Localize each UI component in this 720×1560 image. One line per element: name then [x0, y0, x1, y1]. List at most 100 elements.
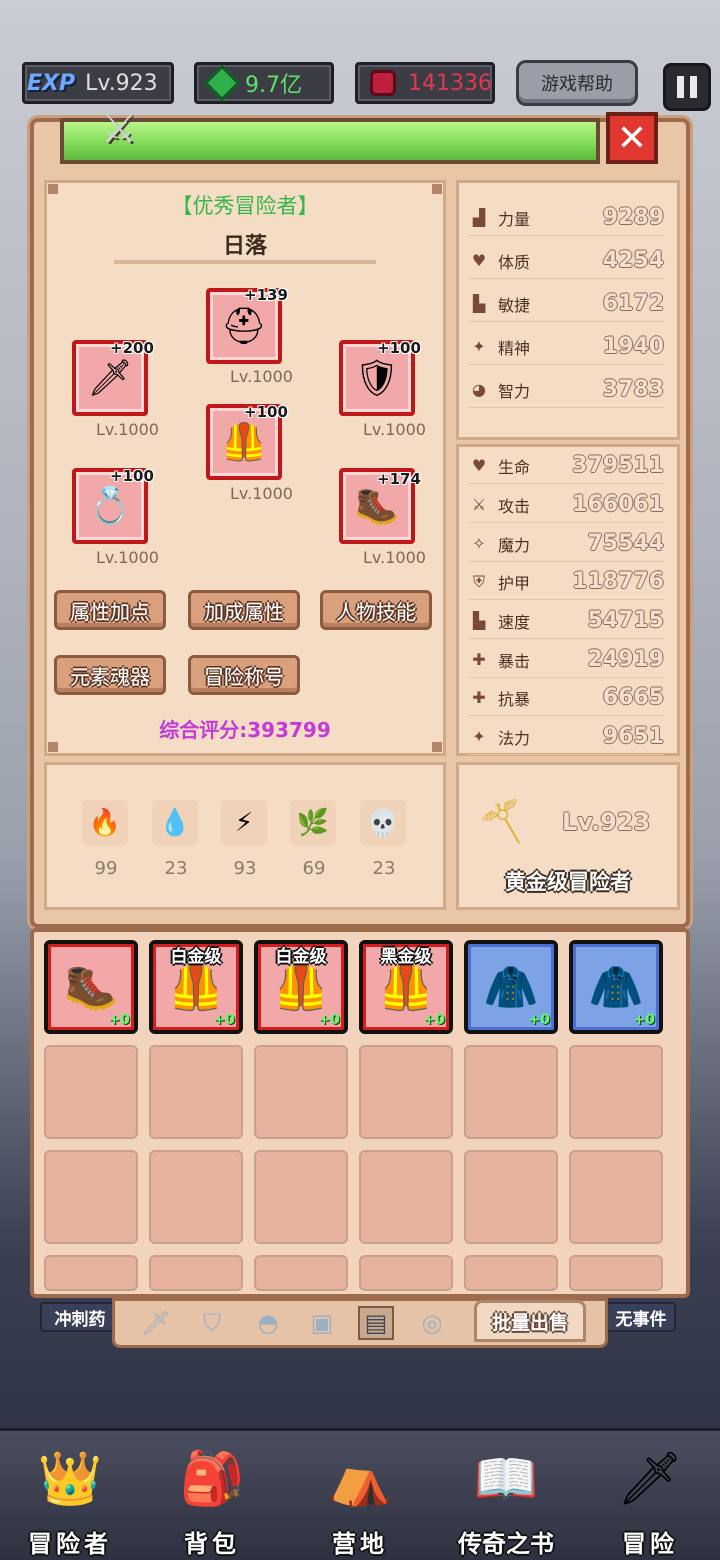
inventory-empty-slot[interactable]	[44, 1255, 138, 1291]
element-value: 93	[233, 858, 257, 879]
book-icon: 📖	[473, 1448, 539, 1509]
stat-row-crit-resist: ✚ 抗暴 6665	[468, 680, 664, 716]
attribute-points-button[interactable]: 属性加点	[54, 590, 166, 630]
filter-boots-icon[interactable]: ▤	[358, 1306, 394, 1340]
ruby-currency: 141336	[355, 62, 495, 104]
element-fire[interactable]: 🔥 99	[82, 800, 130, 879]
stat-row-mana: ✦ 法力 9651	[468, 719, 664, 755]
adventurer-rank-title: 【优秀冒险者】	[171, 194, 319, 218]
element-nature[interactable]: 🌿 69	[290, 800, 338, 879]
nav-adventurer[interactable]: 👑 冒险者	[10, 1440, 130, 1559]
game-help-button[interactable]: 游戏帮助	[516, 60, 638, 106]
inventory-empty-slot[interactable]	[359, 1045, 453, 1139]
star-icon: ✦	[472, 337, 486, 356]
element-dark[interactable]: 💀 23	[360, 800, 408, 879]
adventurer-icon: 👑	[37, 1448, 103, 1509]
inventory-empty-slot[interactable]	[254, 1045, 348, 1139]
fire-icon: 🔥	[82, 800, 128, 846]
nature-icon: 🌿	[290, 800, 336, 846]
close-button[interactable]: ✕	[606, 112, 658, 164]
stat-row-hp: ♥ 生命 379511	[468, 448, 664, 484]
overall-score: 综合评分:393799	[159, 718, 331, 742]
inventory-item[interactable]: 🥾 +0	[44, 940, 138, 1034]
brain-icon: ◕	[472, 380, 486, 399]
element-value: 69	[302, 858, 326, 879]
inventory-empty-slot[interactable]	[464, 1150, 558, 1244]
inventory-empty-slot[interactable]	[464, 1045, 558, 1139]
boot-icon: ▙	[472, 611, 486, 630]
element-soul-button[interactable]: 元素魂器	[54, 655, 166, 695]
filter-ring-icon[interactable]: ◎	[414, 1306, 450, 1340]
enhance-level: +100	[377, 339, 421, 357]
pause-icon	[677, 76, 684, 98]
inventory-empty-slot[interactable]	[44, 1045, 138, 1139]
sprint-potion-tag[interactable]: 冲刺药	[40, 1302, 120, 1332]
stat-row-crit: ✚ 暴击 24919	[468, 642, 664, 678]
ruby-icon	[370, 70, 396, 96]
inventory-empty-slot[interactable]	[359, 1150, 453, 1244]
filter-sword-icon[interactable]: 🗡	[138, 1306, 174, 1340]
gem-currency: 9.7亿	[194, 62, 334, 104]
armor-icon: 🦺	[168, 962, 224, 1013]
inventory-item[interactable]: 🧥 +0	[464, 940, 558, 1034]
ruby-amount: 141336	[408, 70, 492, 96]
nav-adventure[interactable]: 🗡 冒险	[590, 1440, 710, 1559]
ring-icon: 💍	[87, 486, 133, 527]
pause-button[interactable]	[663, 63, 711, 111]
nav-legend-book[interactable]: 📖 传奇之书	[446, 1440, 566, 1559]
equip-level: Lv.1000	[96, 420, 159, 439]
lightning-icon: ⚡	[221, 800, 267, 846]
inventory-empty-slot[interactable]	[569, 1150, 663, 1244]
inventory-item[interactable]: 白金级 🦺 +0	[254, 940, 348, 1034]
rank-title: 黄金级冒险者	[505, 870, 631, 894]
boot-icon: ▙	[472, 294, 486, 313]
armor-icon: 🦺	[378, 962, 434, 1013]
inventory-empty-slot[interactable]	[254, 1150, 348, 1244]
character-skills-button[interactable]: 人物技能	[320, 590, 432, 630]
stat-row-attack: ⚔ 攻击 166061	[468, 487, 664, 523]
filter-shield-icon[interactable]: ⛉	[194, 1306, 230, 1340]
inventory-empty-slot[interactable]	[44, 1150, 138, 1244]
boots-icon: 🥾	[354, 486, 400, 527]
adventure-title-button[interactable]: 冒险称号	[188, 655, 300, 695]
inventory-empty-slot[interactable]	[149, 1255, 243, 1291]
cloak-icon: 🧥	[483, 962, 539, 1013]
exp-badge: EXP	[27, 70, 76, 96]
sword-icon: 🗡	[87, 358, 133, 399]
attr-row-intelligence: ◕ 智力 3783	[468, 372, 664, 408]
helmet-icon: ⛑	[221, 306, 267, 347]
inventory-empty-slot[interactable]	[569, 1255, 663, 1291]
attr-row-spirit: ✦ 精神 1940	[468, 329, 664, 365]
inventory-item[interactable]: 🧥 +0	[569, 940, 663, 1034]
exp-level-box: EXP Lv.923	[22, 62, 174, 104]
element-water[interactable]: 💧 23	[152, 800, 200, 879]
inventory-empty-slot[interactable]	[149, 1150, 243, 1244]
star-icon: ✦	[472, 727, 486, 746]
inventory-empty-slot[interactable]	[254, 1255, 348, 1291]
equip-level: Lv.1000	[363, 548, 426, 567]
gem-icon	[203, 64, 241, 102]
no-event-tag[interactable]: 无事件	[606, 1302, 676, 1332]
inventory-item[interactable]: 黑金级 🦺 +0	[359, 940, 453, 1034]
enhance-level: +174	[377, 470, 421, 488]
filter-helmet-icon[interactable]: ◓	[250, 1306, 286, 1340]
heart-icon: ♥	[471, 456, 487, 475]
element-lightning[interactable]: ⚡ 93	[221, 800, 269, 879]
camp-icon: ⛺	[327, 1448, 393, 1509]
inventory-empty-slot[interactable]	[359, 1255, 453, 1291]
inventory-item[interactable]: 白金级 🦺 +0	[149, 940, 243, 1034]
bulk-sell-button[interactable]: 批量出售	[474, 1300, 586, 1342]
nav-camp[interactable]: ⛺ 营地	[300, 1440, 420, 1559]
enhance-level: +100	[110, 467, 154, 485]
bonus-attributes-button[interactable]: 加成属性	[188, 590, 300, 630]
stat-row-speed: ▙ 速度 54715	[468, 603, 664, 639]
crossed-swords-icon: ⚔	[101, 106, 137, 152]
nav-backpack[interactable]: 🎒 背包	[152, 1440, 272, 1559]
quality-tag: 黑金级	[380, 947, 432, 967]
filter-armor-icon[interactable]: ▣	[304, 1306, 340, 1340]
quality-tag: 白金级	[275, 947, 327, 967]
inventory-empty-slot[interactable]	[569, 1045, 663, 1139]
attr-row-constitution: ♥ 体质 4254	[468, 243, 664, 279]
inventory-empty-slot[interactable]	[149, 1045, 243, 1139]
inventory-empty-slot[interactable]	[464, 1255, 558, 1291]
